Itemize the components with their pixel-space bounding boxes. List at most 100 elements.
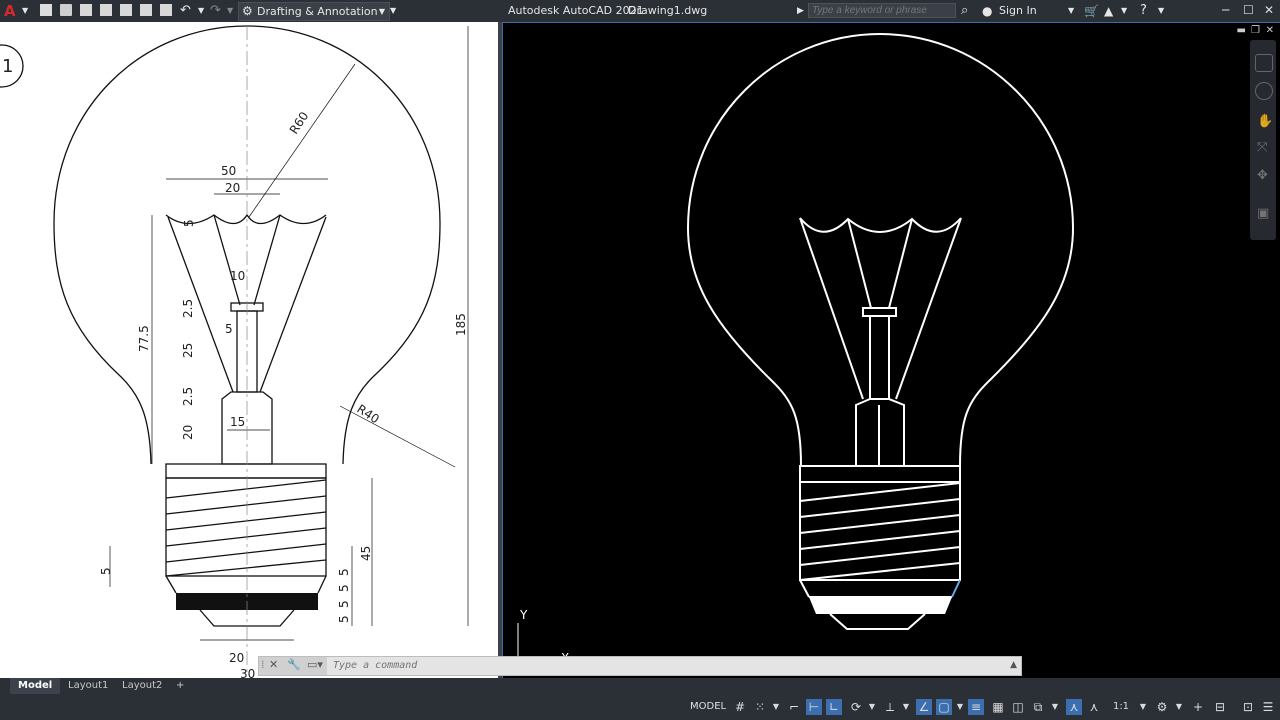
minimize-icon[interactable]: ─ xyxy=(1222,3,1229,17)
redo-icon[interactable]: ↷ xyxy=(210,0,221,22)
lineweight-icon[interactable]: ≡ xyxy=(968,699,984,715)
workspace-switcher[interactable]: ⚙ Drafting & Annotation ▼ xyxy=(238,2,390,21)
ortho-icon[interactable]: ∟ xyxy=(826,699,842,715)
autodesk-app-icon[interactable]: ▲ xyxy=(1104,0,1113,22)
pan-icon[interactable]: ✋ xyxy=(1257,114,1273,129)
auto-scale-icon[interactable]: ⋏ xyxy=(1086,699,1102,715)
viewport-restore-icon[interactable]: ❐ xyxy=(1251,25,1260,36)
3d-osnap-icon[interactable]: ⧉ xyxy=(1030,699,1046,715)
viewcube-icon[interactable] xyxy=(1255,54,1273,72)
zoom-extents-icon[interactable]: ⤧ xyxy=(1257,140,1267,155)
dim-2-5-a: 2.5 xyxy=(181,299,195,318)
command-line-controls: ⁞ ✕ 🔧 ▭▾ xyxy=(259,657,327,675)
annotation-monitor-icon[interactable]: + xyxy=(1190,699,1206,715)
annotation-scale[interactable]: 1:1 xyxy=(1106,699,1136,715)
viewport-close-icon[interactable]: ✕ xyxy=(1266,25,1274,36)
status-bar: Model Layout1 Layout2 + MODEL # ⁙ ▼ ⌐ ⊢ … xyxy=(0,678,1280,720)
support-wire-left xyxy=(799,217,864,400)
command-input[interactable] xyxy=(333,657,933,675)
cart-icon[interactable]: 🛒 xyxy=(1084,0,1099,22)
dynamic-input-icon[interactable]: ⊢ xyxy=(806,699,822,715)
title-bar: A ▼ ↶ ▼ ↷ ▼ ⚙ Drafting & Annotation ▼ ▼ … xyxy=(0,0,1280,22)
recent-commands-icon[interactable]: ▭▾ xyxy=(307,658,323,671)
viewport-minimize-icon[interactable]: ▬ xyxy=(1237,25,1246,36)
object-snap-tracking-icon[interactable]: ∠ xyxy=(916,699,932,715)
reference-base-collar xyxy=(165,463,327,479)
command-line: ⁞ ✕ 🔧 ▭▾ ▲ xyxy=(258,656,1022,676)
command-grip-icon[interactable]: ⁞ xyxy=(261,658,265,671)
customize-qat-icon[interactable]: ▼ xyxy=(390,0,396,22)
sign-in-dropdown-icon[interactable]: ▼ xyxy=(1068,0,1074,22)
infer-constraints-icon[interactable]: ⌐ xyxy=(786,699,802,715)
model-space-button[interactable]: MODEL xyxy=(690,699,726,715)
saveas-icon[interactable] xyxy=(100,4,112,16)
isodraft-icon[interactable]: ⟂ xyxy=(882,699,898,715)
workspace-gear-icon[interactable]: ⚙ xyxy=(1154,699,1170,715)
object-snap-dropdown-icon[interactable]: ▼ xyxy=(955,699,965,715)
autodesk-app-dropdown-icon[interactable]: ▼ xyxy=(1121,0,1127,22)
snap-icon[interactable]: ⁙ xyxy=(752,699,768,715)
tab-model[interactable]: Model xyxy=(10,678,61,694)
grid-icon[interactable]: # xyxy=(732,699,748,715)
selection-cycling-icon[interactable]: ◫ xyxy=(1010,699,1026,715)
help-icon[interactable]: ? xyxy=(1140,0,1147,22)
search-input[interactable] xyxy=(808,3,956,18)
annotation-visibility-icon[interactable]: ⋏ xyxy=(1066,699,1082,715)
dim-20-top: 20 xyxy=(225,181,240,195)
new-icon[interactable] xyxy=(40,4,52,16)
polar-dropdown-icon[interactable]: ▼ xyxy=(867,699,877,715)
dim-5-r2: 5 xyxy=(337,584,351,592)
search-icon[interactable]: ⌕ xyxy=(961,0,968,22)
add-layout-icon[interactable]: + xyxy=(168,678,192,694)
open-icon[interactable] xyxy=(60,4,72,16)
showmotion-icon[interactable]: ▣ xyxy=(1257,206,1269,221)
command-history-icon[interactable]: ▲ xyxy=(1010,660,1017,670)
annotation-scale-dropdown-icon[interactable]: ▼ xyxy=(1138,699,1148,715)
share-icon[interactable] xyxy=(140,4,152,16)
units-icon[interactable]: ⊟ xyxy=(1212,699,1228,715)
tab-layout1[interactable]: Layout1 xyxy=(60,678,116,694)
clean-screen-icon[interactable]: ⊡ xyxy=(1240,699,1256,715)
dim-5-stem: 5 xyxy=(225,322,233,336)
object-snap-icon[interactable]: ▢ xyxy=(936,699,952,715)
dim-5-left: 5 xyxy=(99,567,113,575)
help-dropdown-icon[interactable]: ▼ xyxy=(1158,0,1164,22)
dim-185: 185 xyxy=(454,313,468,336)
workspace-gear-dropdown-icon[interactable]: ▼ xyxy=(1174,699,1184,715)
reference-bulb-drawing: 1 R60 50 20 5 10 2.5 5 77.5 25 2.5 15 20… xyxy=(0,25,469,678)
document-name: Drawing1.dwg xyxy=(628,4,708,17)
cad-bulb-drawing: Y X xyxy=(514,32,1075,665)
web-mobile-icon[interactable] xyxy=(120,4,132,16)
dim-45: 45 xyxy=(359,546,373,561)
autocad-logo-icon[interactable]: A xyxy=(4,0,16,22)
undo-icon[interactable]: ↶ xyxy=(180,0,191,22)
close-icon[interactable]: ✕ xyxy=(1264,3,1274,17)
undo-dropdown-icon[interactable]: ▼ xyxy=(198,0,204,22)
search-expand-icon[interactable]: ▶ xyxy=(797,0,804,22)
app-menu-dropdown-icon[interactable]: ▼ xyxy=(22,0,28,22)
user-icon[interactable]: ● xyxy=(982,0,992,22)
dim-2-5-b: 2.5 xyxy=(181,387,195,406)
plot-icon[interactable] xyxy=(160,4,172,16)
sign-in-link[interactable]: Sign In xyxy=(999,0,1037,22)
transparency-icon[interactable]: ▦ xyxy=(990,699,1006,715)
inner-wire-right xyxy=(888,218,913,309)
maximize-icon[interactable]: ☐ xyxy=(1243,3,1254,17)
close-command-icon[interactable]: ✕ xyxy=(269,658,278,671)
dim-25: 25 xyxy=(181,343,195,358)
isodraft-dropdown-icon[interactable]: ▼ xyxy=(901,699,911,715)
redo-dropdown-icon[interactable]: ▼ xyxy=(227,0,233,22)
save-icon[interactable] xyxy=(80,4,92,16)
workspace-label: Drafting & Annotation xyxy=(257,5,378,18)
polar-tracking-icon[interactable]: ⟳ xyxy=(848,699,864,715)
dim-5-r1: 5 xyxy=(337,568,351,576)
3d-osnap-dropdown-icon[interactable]: ▼ xyxy=(1050,699,1060,715)
snap-dropdown-icon[interactable]: ▼ xyxy=(771,699,781,715)
orbit-icon[interactable]: ✥ xyxy=(1257,168,1268,183)
tab-layout2[interactable]: Layout2 xyxy=(114,678,170,694)
drawing-viewport[interactable]: Y X ▬ ❐ ✕ xyxy=(502,22,1280,678)
dim-20-mid: 20 xyxy=(181,425,195,440)
customization-menu-icon[interactable]: ☰ xyxy=(1260,699,1276,715)
customize-wrench-icon[interactable]: 🔧 xyxy=(287,658,301,671)
steering-wheel-icon[interactable] xyxy=(1255,82,1273,100)
